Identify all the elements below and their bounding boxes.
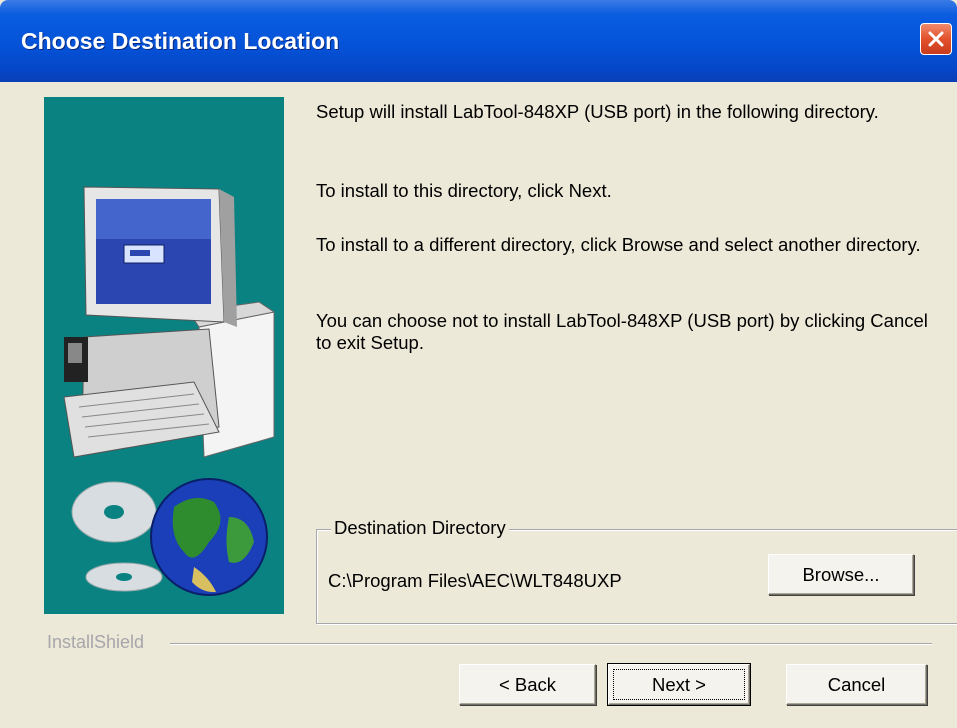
destination-path: C:\Program Files\AEC\WLT848UXP [328, 570, 622, 591]
next-button[interactable]: Next > [608, 664, 750, 705]
back-button[interactable]: < Back [459, 664, 596, 705]
computer-globe-illustration [63, 186, 276, 596]
back-button-label: < Back [498, 674, 557, 695]
title-bar: Choose Destination Location [0, 0, 957, 82]
footer-separator [170, 643, 932, 645]
dialog-body: Setup will install LabTool-848XP (USB po… [0, 82, 957, 728]
window-title: Choose Destination Location [21, 28, 340, 54]
instruction-next-text: To install to this directory, click Next… [316, 180, 612, 201]
focus-rectangle [613, 669, 745, 700]
instruction-cancel-text: You can choose not to install LabTool-84… [316, 310, 928, 353]
cancel-button[interactable]: Cancel [786, 664, 927, 705]
close-button[interactable] [920, 23, 952, 55]
close-x-icon [928, 31, 944, 47]
browse-button[interactable]: Browse... [768, 554, 914, 595]
installshield-label: InstallShield [47, 632, 145, 652]
setup-banner [44, 97, 284, 614]
destination-directory-label: Destination Directory [331, 517, 509, 539]
instruction-browse-text: To install to a different directory, cli… [316, 234, 921, 255]
intro-text: Setup will install LabTool-848XP (USB po… [316, 101, 879, 122]
cancel-button-label: Cancel [827, 674, 886, 695]
